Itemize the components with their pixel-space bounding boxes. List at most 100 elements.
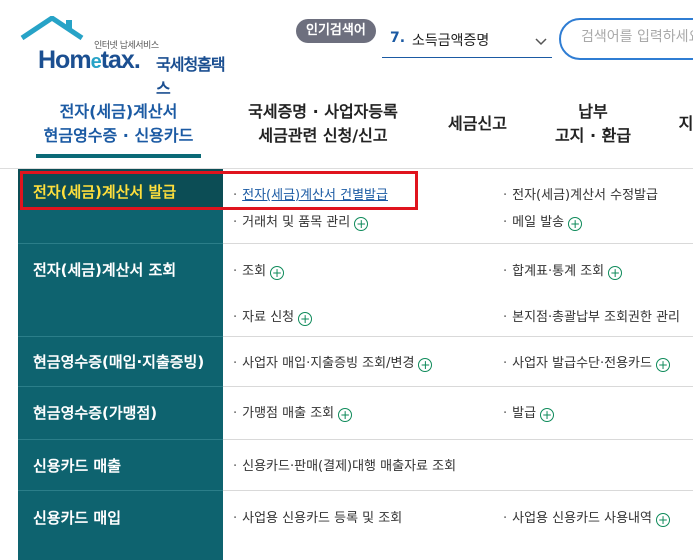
expand-plus-icon[interactable]: + [655,513,670,527]
nav-tab-line2: 세금관련 신청/신고 [258,126,388,145]
header: 인터넷 납세서비스 Hometax. 국세청홈택스 인기검색어 7. 소득금액증… [0,0,693,98]
expand-plus-icon[interactable]: + [418,358,433,372]
submenu-link[interactable]: · 사업용 신용카드 사용내역 + [503,507,670,527]
row-divider [223,243,693,244]
submenu-link[interactable]: · 사업용 신용카드 등록 및 조회 [233,507,402,526]
bullet-dot: · [233,215,238,230]
main-nav: 전자(세금)계산서 현금영수증 · 신용카드 국세증명 · 사업자등록 세금관련… [0,90,693,169]
row-divider [18,490,223,491]
nav-tab-line1: 지 [678,114,693,133]
expand-plus-icon[interactable]: + [655,358,670,372]
submenu-link[interactable]: · 발급 + [503,402,555,422]
expand-plus-icon[interactable]: + [298,312,313,326]
submenu-link-label: 거래처 및 품목 관리 [242,215,351,230]
submenu-link-label: 전자(세금)계산서 수정발급 [512,188,658,203]
submenu-row-header[interactable]: 현금영수증(가맹점) [18,402,223,423]
nav-tab-payment[interactable]: 납부 고지 · 환급 [548,100,638,148]
submenu-link[interactable]: · 자료 신청 + [233,306,313,326]
submenu-link[interactable]: · 거래처 및 품목 관리 + [233,211,369,231]
bullet-dot: · [503,264,508,279]
bullet-dot: · [503,310,508,325]
logo-wordmark: Hometax. [38,46,141,74]
nav-tab-e-invoice[interactable]: 전자(세금)계산서 현금영수증 · 신용카드 [36,100,201,148]
highlight-box [20,171,418,210]
row-divider [223,439,693,440]
expand-plus-icon[interactable]: + [354,217,369,231]
submenu-link[interactable]: · 본지점·총괄납부 조회권한 관리 [503,306,680,325]
submenu-link-label: 사업자 발급수단·전용카드 [512,356,652,371]
house-roof-icon [20,16,84,41]
nav-tab-tax-filing[interactable]: 세금신고 [440,112,515,136]
bullet-dot: · [233,406,238,421]
submenu-link-label: 발급 [512,406,537,421]
submenu-panel: 전자(세금)계산서 발급 · 전자(세금)계산서 건별발급 · 전자(세금)계산서 … [18,169,693,560]
submenu-link[interactable]: · 사업자 발급수단·전용카드 + [503,352,670,372]
bullet-dot: · [233,511,238,526]
row-divider [223,336,693,337]
nav-tab-line2: 현금영수증 · 신용카드 [43,126,194,145]
row-divider [18,439,223,440]
popular-search-rank: 7. [390,30,406,46]
bullet-dot: · [233,310,238,325]
submenu-link[interactable]: · 가맹점 매출 조회 + [233,402,353,422]
row-divider [18,336,223,337]
nav-tab-certificates[interactable]: 국세증명 · 사업자등록 세금관련 신청/신고 [238,100,408,148]
bullet-dot: · [503,406,508,421]
expand-plus-icon[interactable]: + [608,266,623,280]
search-box [559,18,693,60]
expand-plus-icon[interactable]: + [338,408,353,422]
submenu-row-header[interactable]: 전자(세금)계산서 조회 [18,259,223,280]
bullet-dot: · [503,511,508,526]
row-divider [223,386,693,387]
bullet-dot: · [503,215,508,230]
expand-plus-icon[interactable]: + [270,266,285,280]
nav-tab-line1: 납부 [578,102,608,121]
nav-tab-line2: 고지 · 환급 [554,126,632,145]
submenu-title: 신용카드 매입 [33,509,122,527]
submenu-row-header[interactable]: 신용카드 매출 [18,455,223,476]
bullet-dot: · [233,264,238,279]
nav-tab-line1: 세금신고 [448,114,507,133]
expand-plus-icon[interactable]: + [540,408,555,422]
expand-plus-icon[interactable]: + [568,217,583,231]
submenu-link-label: 합계표·통계 조회 [512,264,605,279]
submenu-link[interactable]: · 신용카드·판매(결제)대행 매출자료 조회 [233,455,456,474]
submenu-title: 신용카드 매출 [33,457,122,475]
popular-search-select[interactable]: 7. 소득금액증명 [382,27,552,58]
submenu-title: 전자(세금)계산서 조회 [33,261,177,279]
bullet-dot: · [233,356,238,371]
row-divider [18,386,223,387]
bullet-dot: · [503,356,508,371]
popular-search-badge: 인기검색어 [296,19,376,43]
bullet-dot: · [503,188,508,203]
submenu-link[interactable]: · 사업자 매입·지출증빙 조회/변경 + [233,352,433,372]
chevron-down-icon [535,38,547,46]
submenu-link-label: 조회 [242,264,267,279]
search-input[interactable] [579,28,693,46]
submenu-link-label: 가맹점 매출 조회 [242,406,335,421]
popular-search-term: 소득금액증명 [412,33,490,49]
active-tab-underline [36,154,201,158]
submenu-link-label: 사업용 신용카드 등록 및 조회 [242,511,403,526]
submenu-link-label: 사업용 신용카드 사용내역 [512,511,652,526]
submenu-link-label: 사업자 매입·지출증빙 조회/변경 [242,356,415,371]
submenu-link-label: 메일 발송 [512,215,565,230]
submenu-link[interactable]: · 전자(세금)계산서 수정발급 [503,184,658,203]
submenu-title: 현금영수증(매입·지출증빙) [33,353,205,371]
submenu-link[interactable]: · 메일 발송 + [503,211,583,231]
bullet-dot: · [233,459,238,474]
nav-tab-cut-off[interactable]: 지 [676,112,693,136]
hometax-logo[interactable]: 인터넷 납세서비스 Hometax. 국세청홈택스 [18,16,228,98]
row-divider [18,243,223,244]
submenu-row-header[interactable]: 현금영수증(매입·지출증빙) [18,351,223,372]
submenu-link[interactable]: · 조회 + [233,260,285,280]
submenu-title: 현금영수증(가맹점) [33,404,158,422]
nav-tab-line1: 국세증명 · 사업자등록 [248,102,398,121]
row-divider [223,490,693,491]
submenu-link-label: 본지점·총괄납부 조회권한 관리 [512,310,681,325]
submenu-row-header[interactable]: 신용카드 매입 [18,507,223,528]
nav-tab-line1: 전자(세금)계산서 [59,102,178,121]
submenu-link[interactable]: · 합계표·통계 조회 + [503,260,623,280]
submenu-link-label: 신용카드·판매(결제)대행 매출자료 조회 [242,459,457,474]
submenu-link-label: 자료 신청 [242,310,295,325]
